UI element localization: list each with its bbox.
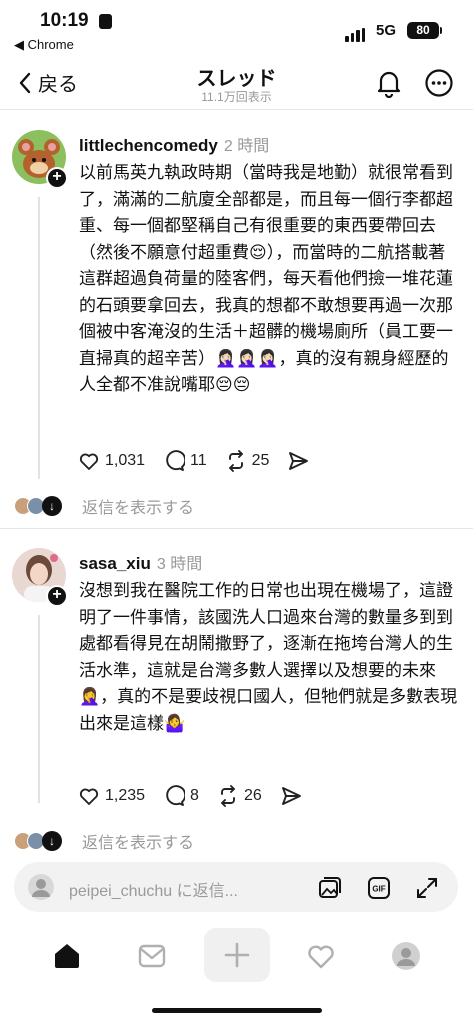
view-replies-label: 返信を表示する bbox=[82, 500, 195, 517]
view-replies-label: 返信を表示する bbox=[82, 835, 195, 852]
status-time: 10:19 bbox=[40, 10, 89, 31]
tab-new-post[interactable] bbox=[204, 928, 270, 982]
heart-icon bbox=[79, 788, 99, 805]
image-button[interactable] bbox=[317, 875, 343, 906]
expand-button[interactable] bbox=[414, 875, 440, 906]
inbox-icon bbox=[138, 944, 166, 968]
tab-inbox[interactable] bbox=[122, 928, 182, 984]
share-icon bbox=[281, 787, 301, 805]
more-icon bbox=[425, 69, 453, 97]
comment-icon bbox=[166, 450, 186, 471]
repost-icon bbox=[228, 450, 243, 472]
reply-input[interactable]: peipei_chuchu に返信... GIF bbox=[14, 862, 458, 912]
like-count: 1,235 bbox=[105, 787, 146, 804]
thread-header: 戻る スレッド 11.1万回表示 bbox=[0, 58, 473, 110]
profile-icon bbox=[392, 942, 420, 970]
reply-placeholder: peipei_chuchu に返信... bbox=[69, 883, 238, 900]
arrow-down-icon: ↓ bbox=[42, 831, 62, 851]
status-bar: 10:19 ◀ Chrome 5G 80 bbox=[0, 0, 473, 58]
view-replies-button[interactable]: ↓ 返信を表示する bbox=[14, 494, 194, 518]
share-button[interactable] bbox=[280, 785, 302, 807]
repost-count: 25 bbox=[251, 452, 270, 469]
expand-icon bbox=[417, 878, 437, 898]
home-icon bbox=[55, 944, 79, 968]
like-button[interactable]: 1,031 bbox=[78, 450, 145, 472]
svg-text:GIF: GIF bbox=[372, 885, 385, 894]
post-actions: 1,235 8 26 bbox=[78, 785, 320, 807]
id-badge-icon bbox=[99, 14, 112, 29]
like-count: 1,031 bbox=[105, 452, 146, 469]
tab-profile[interactable] bbox=[376, 928, 436, 984]
bottom-tab-bar bbox=[0, 928, 473, 988]
repost-button[interactable]: 25 bbox=[225, 450, 270, 472]
arrow-down-icon: ↓ bbox=[42, 496, 62, 516]
gif-button[interactable]: GIF bbox=[366, 875, 392, 906]
battery-icon: 80 bbox=[407, 22, 439, 39]
repost-button[interactable]: 26 bbox=[217, 785, 262, 807]
comment-button[interactable]: 11 bbox=[163, 450, 207, 472]
tab-activity[interactable] bbox=[291, 928, 351, 984]
more-button[interactable] bbox=[424, 68, 454, 103]
follow-plus-button[interactable]: + bbox=[46, 585, 68, 607]
comment-icon bbox=[166, 785, 186, 806]
post-text: 以前馬英九執政時期（當時我是地勤）就很常看到了，滿滿的二航廈全部都是，而且每一個… bbox=[79, 163, 453, 394]
post-text: 沒想到我在醫院工作的日常也出現在機場了，這證明了一件事情，該國洗人口過來台灣的數… bbox=[79, 581, 458, 733]
follow-plus-button[interactable]: + bbox=[46, 167, 68, 189]
comment-button[interactable]: 8 bbox=[163, 785, 199, 807]
post-time: 2 時間 bbox=[223, 138, 270, 155]
repost-icon bbox=[221, 785, 235, 807]
bell-icon bbox=[377, 71, 401, 99]
comment-count: 11 bbox=[190, 452, 207, 469]
signal-icon bbox=[345, 24, 367, 42]
view-replies-button[interactable]: ↓ 返信を表示する bbox=[14, 829, 194, 853]
network-label: 5G bbox=[376, 22, 397, 39]
back-to-app-link[interactable]: ◀ Chrome bbox=[14, 37, 74, 53]
home-indicator bbox=[152, 1008, 322, 1013]
like-button[interactable]: 1,235 bbox=[78, 785, 145, 807]
plus-icon bbox=[224, 942, 250, 968]
profile-avatar-icon bbox=[28, 874, 54, 900]
post-actions: 1,031 11 25 bbox=[78, 450, 327, 472]
share-button[interactable] bbox=[287, 450, 309, 472]
post-username[interactable]: sasa_xiu 3 時間 bbox=[79, 550, 202, 574]
thread-line bbox=[38, 615, 40, 803]
gif-icon: GIF bbox=[368, 877, 390, 899]
post-time: 3 時間 bbox=[156, 556, 203, 573]
post-username[interactable]: littlechencomedy 2 時間 bbox=[79, 132, 269, 156]
tab-home[interactable] bbox=[37, 928, 97, 984]
notification-button[interactable] bbox=[374, 68, 404, 103]
divider bbox=[0, 528, 473, 529]
heart-icon bbox=[79, 453, 99, 470]
comment-count: 8 bbox=[190, 787, 199, 804]
repost-count: 26 bbox=[243, 787, 262, 804]
image-icon bbox=[319, 877, 341, 898]
thread-line bbox=[38, 197, 40, 479]
share-icon bbox=[289, 452, 309, 470]
activity-icon bbox=[308, 945, 334, 969]
